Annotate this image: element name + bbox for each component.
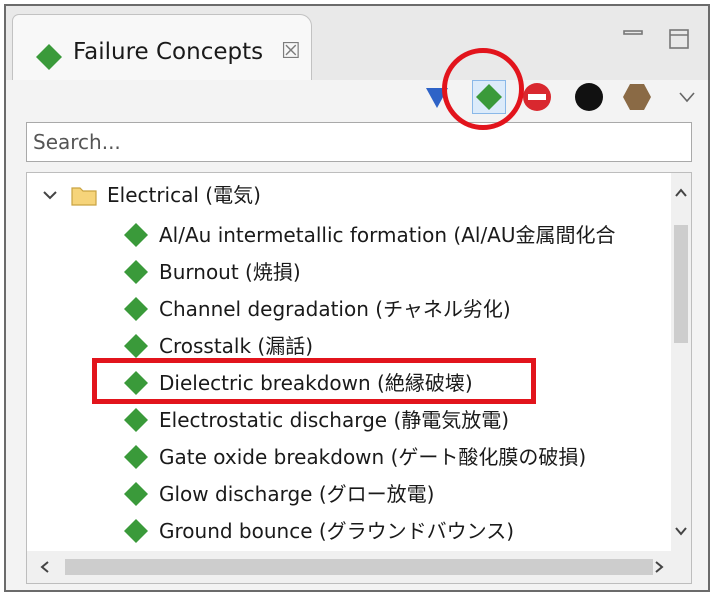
tree-item[interactable]: Channel degradation (チャネル劣化) <box>123 291 511 327</box>
highlight-circle-annotation <box>442 48 524 130</box>
green-diamond-icon <box>36 44 62 70</box>
tree-item-label: Gate oxide breakdown (ゲート酸化膜の破損) <box>159 445 587 469</box>
chevron-down-icon[interactable] <box>41 186 59 204</box>
green-diamond-icon <box>124 519 148 543</box>
tree-item[interactable]: Glow discharge (グロー放電) <box>123 476 434 512</box>
black-circle-icon <box>575 83 603 111</box>
tab-failure-concepts[interactable]: Failure Concepts ☒ <box>12 14 312 80</box>
green-diamond-icon <box>124 334 148 358</box>
tab-strip: Failure Concepts ☒ <box>6 6 708 80</box>
tree-category-electrical[interactable]: Electrical (電気) <box>41 177 261 213</box>
scroll-down-icon[interactable] <box>673 523 689 539</box>
horizontal-scrollbar[interactable] <box>27 551 691 583</box>
tree-item-label: Al/Au intermetallic formation (Al/AU金属間化… <box>159 223 616 247</box>
chevron-down-icon <box>679 92 695 103</box>
filter-circle-button[interactable] <box>572 80 606 114</box>
filter-hexagon-button[interactable] <box>620 80 654 114</box>
horizontal-scroll-thumb[interactable] <box>65 559 653 575</box>
tree-item[interactable]: Electrostatic discharge (静電気放電) <box>123 402 509 438</box>
tree-item[interactable]: Al/Au intermetallic formation (Al/AU金属間化… <box>123 217 616 253</box>
search-input[interactable] <box>26 122 692 162</box>
failure-concepts-view: Failure Concepts ☒ Search... Electrical … <box>4 4 710 592</box>
vertical-scrollbar[interactable] <box>671 173 691 551</box>
scroll-up-icon[interactable] <box>673 185 689 201</box>
vertical-scroll-thumb[interactable] <box>674 225 688 343</box>
filter-no-entry-button[interactable] <box>520 80 554 114</box>
green-diamond-icon <box>124 223 148 247</box>
scroll-right-icon[interactable] <box>651 559 667 575</box>
green-diamond-icon <box>124 260 148 284</box>
red-no-entry-icon <box>523 83 551 111</box>
green-diamond-icon <box>124 482 148 506</box>
tree-item[interactable]: Burnout (焼損) <box>123 254 301 290</box>
view-menu-button[interactable] <box>670 80 704 114</box>
green-diamond-icon <box>124 408 148 432</box>
folder-icon <box>71 187 97 206</box>
tree-item-label: Glow discharge (グロー放電) <box>159 482 435 506</box>
scroll-left-icon[interactable] <box>37 559 53 575</box>
tree-item[interactable]: Gate oxide breakdown (ゲート酸化膜の破損) <box>123 439 586 475</box>
tree-item-label: Burnout (焼損) <box>159 260 301 284</box>
category-label: Electrical (電気) <box>107 183 261 207</box>
highlight-box-annotation <box>92 358 536 404</box>
tree-item-label: Channel degradation (チャネル劣化) <box>159 297 511 321</box>
tree-item-label: Ground bounce (グラウンドバウンス) <box>159 519 515 543</box>
filter-toolbar <box>6 80 708 118</box>
tab-title: Failure Concepts <box>73 39 264 65</box>
tree-item-label: Electrostatic discharge (静電気放電) <box>159 408 510 432</box>
green-diamond-icon <box>124 445 148 469</box>
maximize-icon[interactable] <box>668 28 690 50</box>
green-diamond-icon <box>124 297 148 321</box>
brown-hexagon-icon <box>623 84 651 110</box>
close-icon[interactable]: ☒ <box>281 37 301 67</box>
minimize-icon[interactable] <box>622 28 644 46</box>
tree-item[interactable]: Ground bounce (グラウンドバウンス) <box>123 513 514 549</box>
